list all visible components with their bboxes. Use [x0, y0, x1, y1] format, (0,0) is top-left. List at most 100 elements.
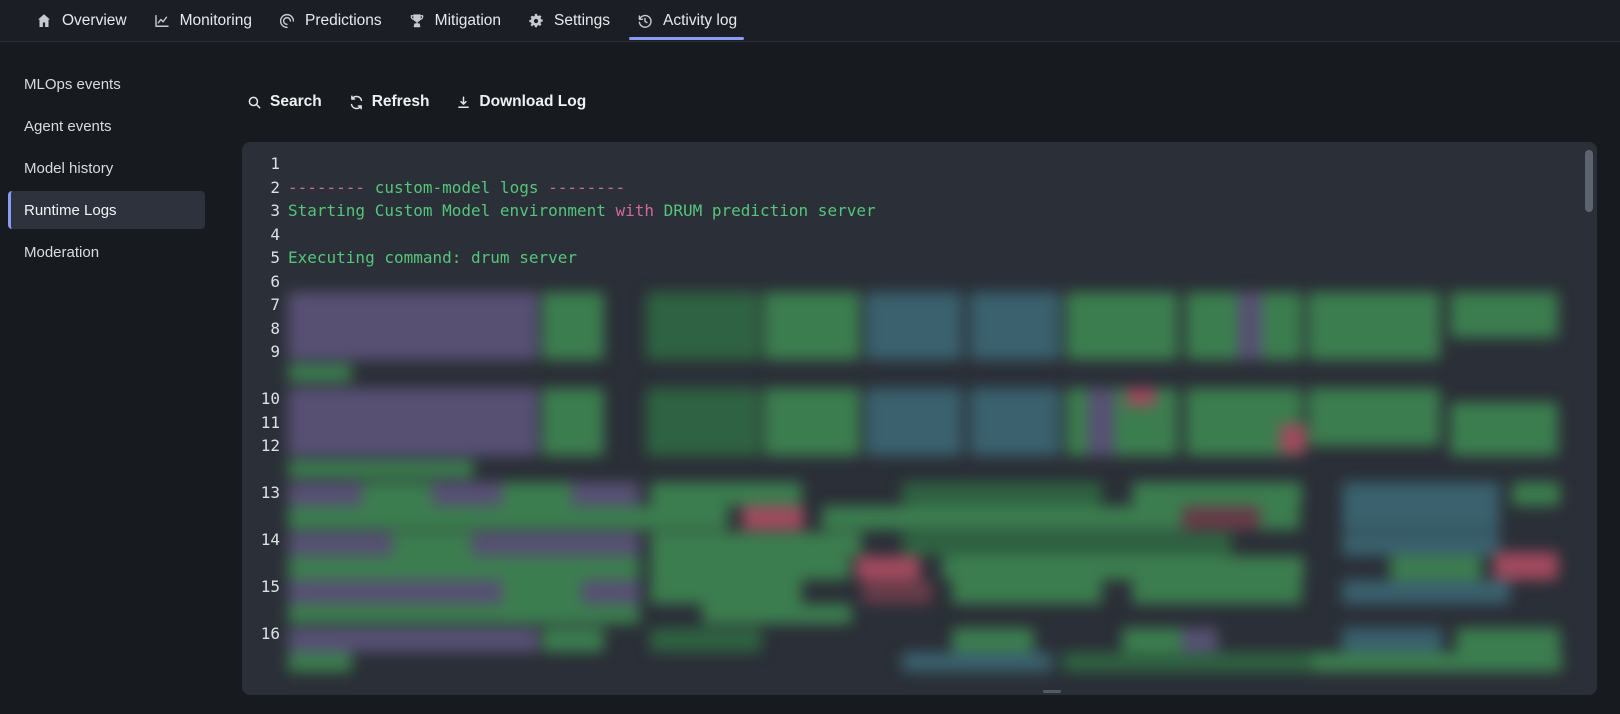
redacted-blob	[288, 652, 352, 672]
tab-activity-log[interactable]: Activity log	[623, 0, 750, 41]
tab-settings[interactable]: Settings	[514, 0, 623, 41]
redacted-blob	[288, 556, 640, 580]
redacted-blob	[902, 532, 1232, 556]
history-icon	[636, 12, 654, 30]
line-number: 2	[242, 176, 280, 200]
app-window: Overview Monitoring Predictions Mitigati…	[0, 0, 1620, 714]
redacted-blob	[1308, 388, 1440, 446]
redacted-blob	[742, 506, 804, 530]
redacted-blob	[392, 532, 472, 556]
line-number	[242, 458, 280, 482]
horizontal-scrollbar[interactable]	[1043, 690, 1061, 693]
log-lines: -------- custom-model logs -------- Start…	[288, 152, 876, 293]
sidebar-item-moderation[interactable]: Moderation	[0, 231, 232, 273]
line-number: 16	[242, 622, 280, 646]
log-text-segment: with	[616, 201, 655, 220]
redacted-blob	[1312, 652, 1562, 672]
line-number: 11	[242, 411, 280, 435]
tab-label: Monitoring	[180, 12, 252, 30]
top-navigation: Overview Monitoring Predictions Mitigati…	[0, 0, 1620, 42]
redacted-blob	[362, 482, 432, 506]
redacted-blob	[288, 506, 728, 530]
sidebar-item-mlops-events[interactable]: MLOps events	[0, 63, 232, 105]
line-number: 7	[242, 293, 280, 317]
line-number: 5	[242, 246, 280, 270]
log-text-segment: Starting Custom Model environment	[288, 201, 616, 220]
line-number	[242, 552, 280, 576]
redacted-blob	[288, 628, 538, 652]
sidebar-item-label: MLOps events	[24, 76, 121, 93]
redacted-blob	[542, 388, 604, 456]
redacted-blob	[856, 556, 920, 580]
line-number	[242, 505, 280, 529]
redacted-blob	[1494, 552, 1558, 580]
refresh-button-label: Refresh	[372, 93, 430, 111]
line-number: 14	[242, 528, 280, 552]
redacted-blob	[902, 652, 1052, 672]
active-tab-underline	[629, 37, 744, 40]
redacted-blob	[1456, 628, 1560, 652]
vertical-scrollbar[interactable]	[1585, 150, 1593, 212]
redacted-blob	[502, 580, 582, 604]
home-icon	[35, 12, 53, 30]
search-button[interactable]: Search	[246, 93, 322, 111]
redacted-blob	[650, 482, 802, 506]
search-button-label: Search	[270, 93, 322, 111]
log-text-segment: --------	[538, 178, 625, 197]
redacted-blob	[288, 364, 352, 382]
tab-monitoring[interactable]: Monitoring	[140, 0, 265, 41]
redacted-blob	[862, 580, 932, 604]
log-toolbar: Search Refresh Download Log	[246, 88, 586, 116]
line-number: 6	[242, 270, 280, 294]
redacted-blob	[1132, 482, 1302, 506]
redacted-blob	[646, 292, 760, 360]
line-number	[242, 364, 280, 388]
download-log-button-label: Download Log	[479, 93, 586, 111]
sidebar-item-model-history[interactable]: Model history	[0, 147, 232, 189]
line-number	[242, 646, 280, 670]
line-number: 13	[242, 481, 280, 505]
line-number: 12	[242, 434, 280, 458]
redacted-blob	[288, 482, 640, 506]
redacted-blob	[1088, 388, 1114, 456]
redacted-blob	[288, 388, 538, 456]
line-number: 8	[242, 317, 280, 341]
sidebar-item-agent-events[interactable]: Agent events	[0, 105, 232, 147]
chart-icon	[153, 12, 171, 30]
sidebar-item-label: Model history	[24, 160, 113, 177]
redacted-blob	[288, 460, 474, 478]
redacted-blob	[970, 292, 1060, 360]
sidebar-item-label: Agent events	[24, 118, 112, 135]
log-text-segment: --------	[288, 178, 375, 197]
gear-icon	[527, 12, 545, 30]
redacted-blob	[1390, 556, 1482, 580]
redacted-blob	[646, 388, 760, 456]
log-text-segment: DRUM prediction server	[654, 201, 876, 220]
redacted-blob	[1342, 532, 1500, 556]
line-number: 9	[242, 340, 280, 364]
tab-label: Settings	[554, 12, 610, 30]
redacted-blob	[650, 580, 802, 604]
redacted-blob	[702, 604, 852, 624]
log-text-segment: Executing command: drum server	[288, 248, 577, 267]
refresh-button[interactable]: Refresh	[348, 93, 430, 111]
redacted-blob	[1450, 292, 1558, 338]
tab-label: Activity log	[663, 12, 737, 30]
tab-overview[interactable]: Overview	[22, 0, 140, 41]
log-line	[288, 152, 876, 176]
tab-predictions[interactable]: Predictions	[265, 0, 395, 41]
download-log-button[interactable]: Download Log	[455, 93, 586, 111]
log-gutter: 12345678910111213141516	[242, 152, 280, 669]
redacted-blob	[1342, 506, 1500, 530]
tab-label: Mitigation	[435, 12, 501, 30]
sidebar-item-runtime-logs[interactable]: Runtime Logs	[8, 191, 205, 229]
redacted-blob	[1182, 628, 1218, 652]
sidebar-item-label: Runtime Logs	[24, 202, 117, 219]
log-text-segment: custom-model logs	[375, 178, 539, 197]
log-viewer[interactable]: 12345678910111213141516 -------- custom-…	[242, 142, 1597, 695]
tab-mitigation[interactable]: Mitigation	[395, 0, 514, 41]
line-number: 4	[242, 223, 280, 247]
redacted-blob	[1066, 388, 1178, 456]
redacted-blob	[650, 628, 762, 652]
redacted-blob	[288, 580, 640, 604]
